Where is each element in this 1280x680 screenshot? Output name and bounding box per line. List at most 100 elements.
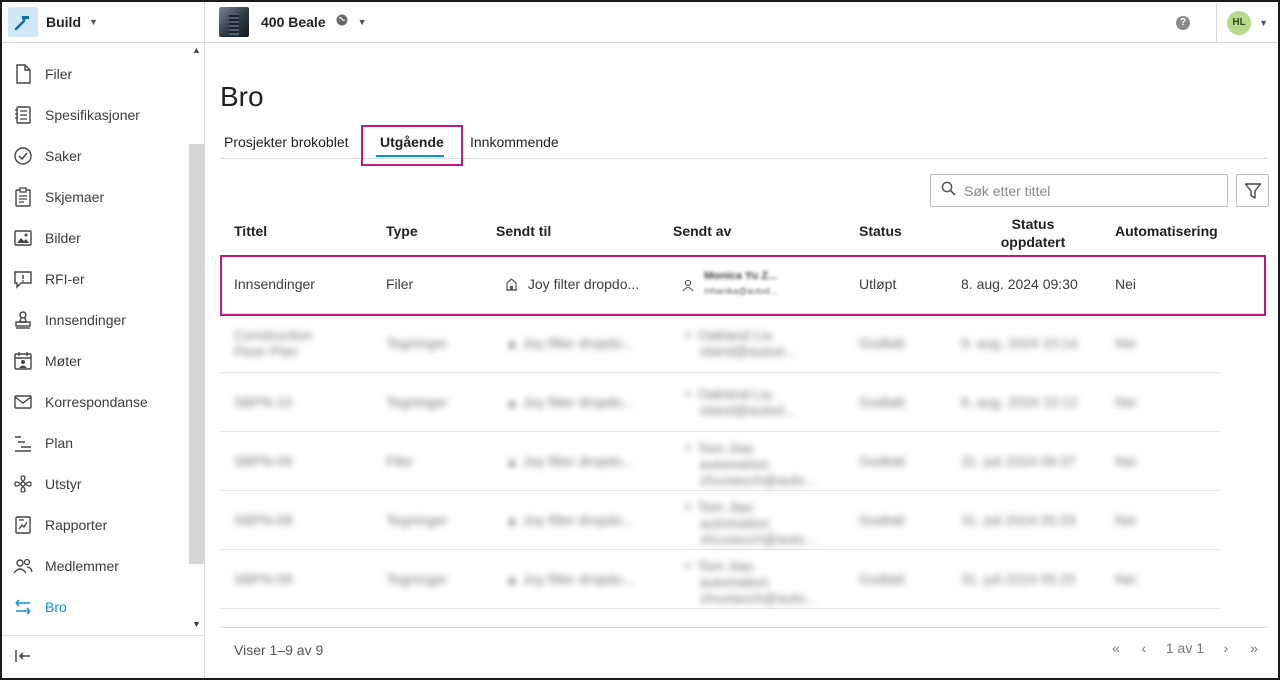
sidebar-item-label: Saker xyxy=(45,147,82,164)
table-row[interactable]: SBPN-09 Filer ▲ Joy filter dropdo... ⚬ T… xyxy=(220,432,1220,491)
sidebar-item-saker[interactable]: Saker xyxy=(2,135,188,176)
column-header-sent-to[interactable]: Sendt til xyxy=(496,223,551,239)
app-switcher[interactable]: Build ▼ xyxy=(2,1,205,43)
pagination: « ‹ 1 av 1 › » xyxy=(1102,640,1268,656)
table-row[interactable]: Construction Floor Plan Tegninger ▲ Joy f… xyxy=(220,314,1220,373)
table-footer: Viser 1–9 av 9 « ‹ 1 av 1 › » xyxy=(220,627,1268,677)
search-input[interactable] xyxy=(964,182,1204,199)
tab-prosjekter-brokoblet[interactable]: Prosjekter brokoblet xyxy=(224,134,349,150)
sidebar-item-filer[interactable]: Filer xyxy=(2,53,188,94)
sender-email-2: zhuxiaoch@auto... xyxy=(700,531,817,547)
sidebar-item-label: RFI-er xyxy=(45,270,85,287)
sender-name: Tom Jiao xyxy=(697,440,754,456)
top-bar: Build ▼ 400 Beale ▼ ? HL ▼ xyxy=(2,1,1278,43)
sender-email: oland@autod... xyxy=(700,343,796,359)
sidebar-item-medlemmer[interactable]: Medlemmer xyxy=(2,545,188,586)
highlight-box-tab xyxy=(361,125,463,166)
cell-sent-by: ⚬ Oakland Liu oland@autod... xyxy=(682,327,796,359)
column-header-status-updated[interactable]: Status oppdatert xyxy=(980,215,1086,251)
rfi-icon xyxy=(12,268,34,290)
highlight-box-row xyxy=(220,255,1266,316)
chevron-down-icon[interactable]: ▼ xyxy=(1259,18,1268,28)
cell-title: SBPN-08 xyxy=(234,571,293,587)
cell-status-updated: 31. juli 2024 05:29 xyxy=(961,512,1076,528)
column-header-status[interactable]: Status xyxy=(859,223,902,239)
sidebar-item-label: Møter xyxy=(45,352,82,369)
cell-status: Godtatt xyxy=(859,512,905,528)
cell-status: Godtatt xyxy=(859,394,905,410)
sidebar-item-rapporter[interactable]: Rapporter xyxy=(2,504,188,545)
table-row[interactable]: SBPN-10 Tegninger ▲ Joy filter dropdo...… xyxy=(220,373,1220,432)
search-box[interactable] xyxy=(930,174,1228,207)
bridge-icon xyxy=(12,596,34,618)
column-header-status-updated-line2: oppdatert xyxy=(1000,234,1066,250)
sidebar-item-rfi[interactable]: RFI-er xyxy=(2,258,188,299)
sidebar-item-plan[interactable]: Plan xyxy=(2,422,188,463)
tab-innkommende[interactable]: Innkommende xyxy=(470,134,559,150)
prev-page-icon[interactable]: ‹ xyxy=(1130,640,1158,656)
sidebar-item-korrespondanse[interactable]: Korrespondanse xyxy=(2,381,188,422)
cell-automation: Nei xyxy=(1115,453,1137,469)
sidebar-item-label: Utstyr xyxy=(45,475,82,492)
page-title: Bro xyxy=(220,81,264,112)
cell-sent-by: ⚬ Tom Jiao automation zhuxiaoch@auto... xyxy=(682,440,817,488)
project-name: 400 Beale xyxy=(261,14,326,30)
cell-automation: Nei xyxy=(1115,394,1137,410)
sidebar-item-innsendinger[interactable]: Innsendinger xyxy=(2,299,188,340)
members-icon xyxy=(12,555,34,577)
top-right-actions: ? HL ▼ xyxy=(1176,2,1268,43)
divider xyxy=(1216,2,1218,43)
image-icon xyxy=(12,227,34,249)
specifications-icon xyxy=(12,104,34,126)
sent-to-label: Joy filter dropdo... xyxy=(522,335,635,351)
sidebar-item-bro[interactable]: Bro xyxy=(2,586,188,627)
sidebar-scroll-thumb[interactable] xyxy=(189,144,204,564)
cell-status-updated: 8. aug. 2024 10:14 xyxy=(961,335,1078,351)
sidebar-item-utstyr[interactable]: Utstyr xyxy=(2,463,188,504)
cell-sent-by: ⚬ Tom Jiao automation zhuxiaoch@auto... xyxy=(682,499,817,547)
sidebar-item-spesifikasjoner[interactable]: Spesifikasjoner xyxy=(2,94,188,135)
table-row[interactable]: SBPN-08 Tegninger ▲ Joy filter dropdo...… xyxy=(220,491,1220,550)
sent-to-label: Joy filter dropdo... xyxy=(522,571,635,587)
column-header-status-updated-line1: Status xyxy=(1011,216,1055,232)
sidebar-item-label: Medlemmer xyxy=(45,557,119,574)
cell-status: Godtatt xyxy=(859,453,905,469)
project-switcher[interactable]: 400 Beale ▼ xyxy=(205,7,367,37)
column-header-type[interactable]: Type xyxy=(386,223,418,239)
column-header-automation[interactable]: Automatisering xyxy=(1115,223,1218,239)
collapse-sidebar-icon[interactable] xyxy=(12,645,34,667)
row-count: Viser 1–9 av 9 xyxy=(234,642,323,658)
column-header-sent-by[interactable]: Sendt av xyxy=(673,223,731,239)
cell-status-updated: 8. aug. 2024 10:12 xyxy=(961,394,1078,410)
avatar[interactable]: HL xyxy=(1227,10,1252,35)
sidebar-item-moter[interactable]: Møter xyxy=(2,340,188,381)
sent-to-label: Joy filter dropdo... xyxy=(522,512,635,528)
sidebar-item-label: Plan xyxy=(45,434,74,451)
sidebar-item-label: Bro xyxy=(45,598,67,615)
project-thumbnail xyxy=(219,7,249,37)
fan-icon xyxy=(12,473,34,495)
cell-automation: Nei xyxy=(1115,571,1137,587)
file-icon xyxy=(12,63,34,85)
column-header-title[interactable]: Tittel xyxy=(234,223,267,239)
cell-sent-to: ▲ Joy filter dropdo... xyxy=(505,394,635,410)
chevron-up-icon[interactable]: ▲ xyxy=(189,45,204,59)
sidebar-item-label: Spesifikasjoner xyxy=(45,106,140,123)
last-page-icon[interactable]: » xyxy=(1240,640,1268,656)
sidebar-item-label: Skjemaer xyxy=(45,188,105,205)
sidebar-item-bilder[interactable]: Bilder xyxy=(2,217,188,258)
first-page-icon[interactable]: « xyxy=(1102,640,1130,656)
help-icon[interactable]: ? xyxy=(1176,15,1191,30)
cell-sent-to: ▲ Joy filter dropdo... xyxy=(505,453,635,469)
filter-button[interactable] xyxy=(1236,174,1269,207)
chevron-down-icon[interactable]: ▼ xyxy=(189,619,204,633)
next-page-icon[interactable]: › xyxy=(1212,640,1240,656)
cell-title: SBPN-09 xyxy=(234,453,293,469)
cell-type: Tegninger xyxy=(386,335,448,351)
sender-email: automation xyxy=(700,456,770,472)
cell-sent-by: ⚬ Tom Jiao automation zhuxiaoch@auto... xyxy=(682,558,817,606)
sidebar-item-skjemaer[interactable]: Skjemaer xyxy=(2,176,188,217)
report-icon xyxy=(12,514,34,536)
title-line2: Floor Plan xyxy=(234,343,298,359)
table-row[interactable]: SBPN-08 Tegninger ▲ Joy filter dropdo...… xyxy=(220,550,1220,609)
